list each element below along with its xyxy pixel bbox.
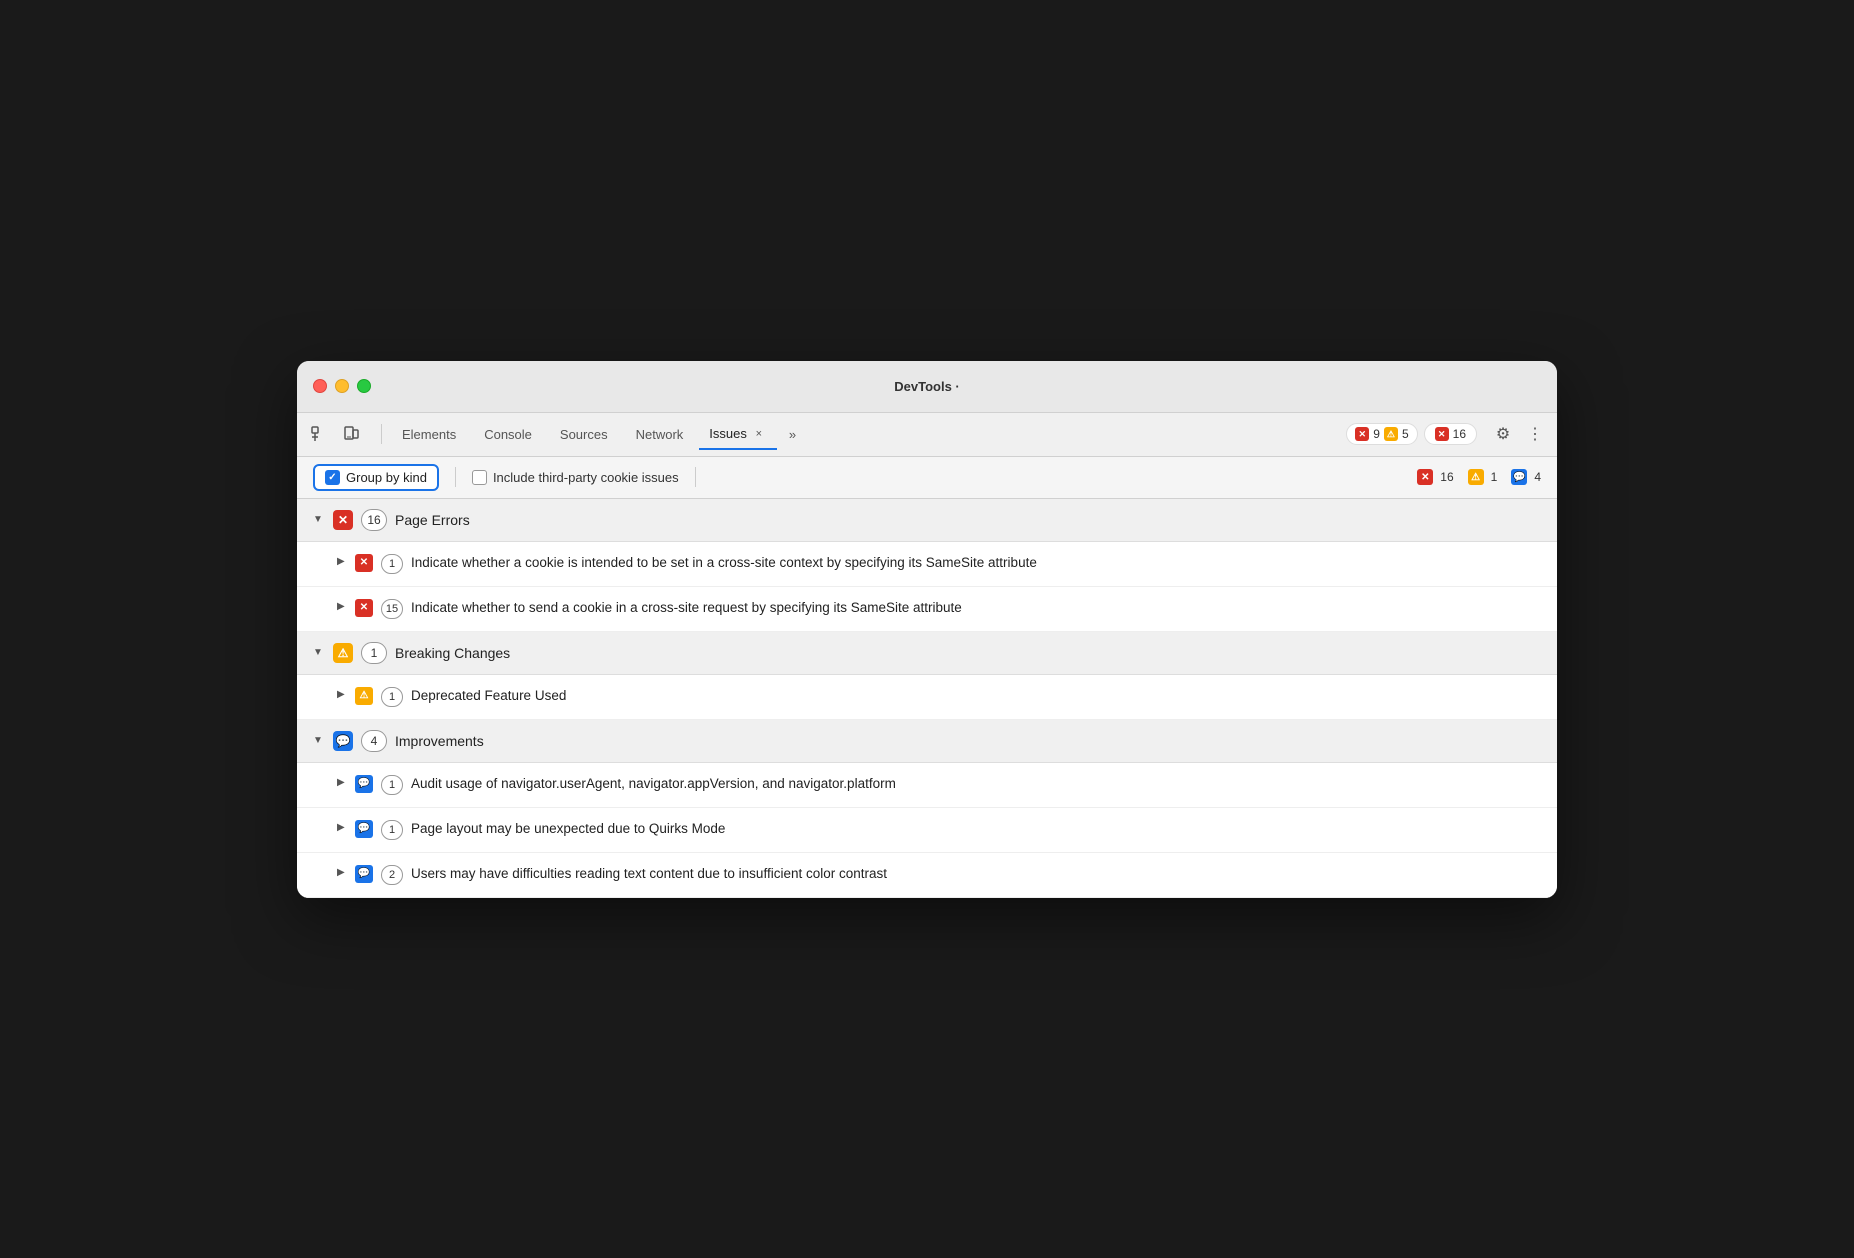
issue-text-deprecated-feature: Deprecated Feature Used [411, 687, 566, 706]
category-page-errors[interactable]: ▼ ✕ 16 Page Errors [297, 499, 1557, 542]
issue-text-color-contrast: Users may have difficulties reading text… [411, 865, 887, 884]
category-count-page-errors: 16 [361, 509, 387, 531]
issue-row-cookie-samesite-1[interactable]: ▶ ✕ 1 Indicate whether a cookie is intended… [297, 542, 1557, 587]
error-icon: ✕ [1355, 427, 1369, 441]
issue-icon-cookie-samesite-1: ✕ [355, 554, 373, 572]
device-icon[interactable] [337, 420, 365, 448]
errors-badge[interactable]: ✕ 9 ⚠ 5 [1346, 423, 1417, 445]
close-button[interactable] [313, 379, 327, 393]
tb2-info-badge: 💬 4 [1511, 469, 1541, 485]
inspect-icon[interactable] [305, 420, 333, 448]
warning-count: 5 [1402, 427, 1409, 441]
category-title-breaking-changes: Breaking Changes [395, 645, 510, 661]
issue-icon-color-contrast: 💬 [355, 865, 373, 883]
category-title-improvements: Improvements [395, 733, 484, 749]
issue-row-color-contrast[interactable]: ▶ 💬 2 Users may have difficulties reading t… [297, 853, 1557, 898]
more-tabs-button[interactable]: » [781, 421, 804, 448]
group-by-kind-label: Group by kind [346, 470, 427, 485]
toolbar-divider [381, 424, 382, 444]
tab-elements[interactable]: Elements [390, 421, 468, 448]
issue-text-navigator-audit: Audit usage of navigator.userAgent, navi… [411, 775, 896, 794]
issue-chevron: ▶ [337, 867, 347, 878]
issue-row-cookie-samesite-15[interactable]: ▶ ✕ 15 Indicate whether to send a cookie in… [297, 587, 1557, 632]
third-party-check-icon [472, 470, 487, 485]
issue-chevron: ▶ [337, 689, 347, 700]
issue-count-color-contrast: 2 [381, 865, 403, 885]
issue-chevron: ▶ [337, 777, 347, 788]
tb2-error-count: 16 [1440, 470, 1453, 484]
issue-chevron: ▶ [337, 601, 347, 612]
category-icon-page-errors: ✕ [333, 510, 353, 530]
issue-count-navigator-audit: 1 [381, 775, 403, 795]
group-by-kind-checkbox[interactable]: Group by kind [313, 464, 439, 491]
category-title-page-errors: Page Errors [395, 512, 470, 528]
traffic-lights [313, 379, 371, 393]
issue-row-navigator-audit[interactable]: ▶ 💬 1 Audit usage of navigator.userAgent, n… [297, 763, 1557, 808]
issue-chevron: ▶ [337, 556, 347, 567]
total-error-icon: ✕ [1435, 427, 1449, 441]
tab-sources[interactable]: Sources [548, 421, 620, 448]
toolbar2-badges: ✕ 16 ⚠ 1 💬 4 [1417, 469, 1541, 485]
category-chevron: ▼ [313, 735, 325, 746]
toolbar2: Group by kind Include third-party cookie… [297, 457, 1557, 499]
error-warning-badge: ✕ 9 ⚠ 5 ✕ 16 [1346, 423, 1477, 445]
window-title: DevTools · [894, 379, 960, 394]
issue-row-deprecated-feature[interactable]: ▶ ⚠ 1 Deprecated Feature Used [297, 675, 1557, 720]
settings-button[interactable]: ⚙ [1489, 420, 1517, 448]
issue-count-deprecated-feature: 1 [381, 687, 403, 707]
category-icon-improvements: 💬 [333, 731, 353, 751]
tab-network[interactable]: Network [624, 421, 696, 448]
category-breaking-changes[interactable]: ▼ ⚠ 1 Breaking Changes [297, 632, 1557, 675]
issue-count-quirks-mode: 1 [381, 820, 403, 840]
issue-chevron: ▶ [337, 822, 347, 833]
issue-icon-quirks-mode: 💬 [355, 820, 373, 838]
category-icon-breaking-changes: ⚠ [333, 643, 353, 663]
category-count-improvements: 4 [361, 730, 387, 752]
include-third-party-label: Include third-party cookie issues [493, 470, 679, 485]
tabbar: Elements Console Sources Network Issues … [297, 413, 1557, 457]
issue-text-quirks-mode: Page layout may be unexpected due to Qui… [411, 820, 725, 839]
issue-icon-navigator-audit: 💬 [355, 775, 373, 793]
toolbar-icons [305, 420, 365, 448]
include-third-party-checkbox[interactable]: Include third-party cookie issues [472, 470, 679, 485]
issues-list: ▼ ✕ 16 Page Errors ▶ ✕ 1 Indicate whether a coo… [297, 499, 1557, 898]
devtools-window: DevTools · Elements Console Sou [297, 361, 1557, 898]
issue-row-quirks-mode[interactable]: ▶ 💬 1 Page layout may be unexpected due to … [297, 808, 1557, 853]
tb2-warning-icon: ⚠ [1468, 469, 1484, 485]
titlebar: DevTools · [297, 361, 1557, 413]
total-count: 16 [1453, 427, 1466, 441]
tab-issues-label: Issues [709, 426, 747, 441]
category-count-breaking-changes: 1 [361, 642, 387, 664]
tab-issues-close[interactable]: × [751, 426, 767, 442]
group-by-kind-check-icon [325, 470, 340, 485]
tb2-info-count: 4 [1534, 470, 1541, 484]
issue-count-cookie-samesite-1: 1 [381, 554, 403, 574]
warning-icon: ⚠ [1384, 427, 1398, 441]
total-badge[interactable]: ✕ 16 [1424, 423, 1477, 445]
issue-text-cookie-samesite-15: Indicate whether to send a cookie in a c… [411, 599, 962, 618]
issue-count-cookie-samesite-15: 15 [381, 599, 403, 619]
maximize-button[interactable] [357, 379, 371, 393]
more-options-button[interactable]: ⋮ [1521, 420, 1549, 448]
toolbar2-divider [455, 467, 456, 487]
issue-icon-deprecated-feature: ⚠ [355, 687, 373, 705]
tb2-info-icon: 💬 [1511, 469, 1527, 485]
toolbar2-divider2 [695, 467, 696, 487]
tb2-error-icon: ✕ [1417, 469, 1433, 485]
issue-icon-cookie-samesite-15: ✕ [355, 599, 373, 617]
error-count: 9 [1373, 427, 1380, 441]
category-chevron: ▼ [313, 514, 325, 525]
minimize-button[interactable] [335, 379, 349, 393]
tb2-warning-count: 1 [1491, 470, 1498, 484]
tab-issues[interactable]: Issues × [699, 420, 777, 450]
tab-console[interactable]: Console [472, 421, 544, 448]
tb2-error-badge: ✕ 16 [1417, 469, 1453, 485]
tb2-warning-badge: ⚠ 1 [1468, 469, 1498, 485]
category-improvements[interactable]: ▼ 💬 4 Improvements [297, 720, 1557, 763]
category-chevron: ▼ [313, 647, 325, 658]
issue-text-cookie-samesite-1: Indicate whether a cookie is intended to… [411, 554, 1037, 573]
